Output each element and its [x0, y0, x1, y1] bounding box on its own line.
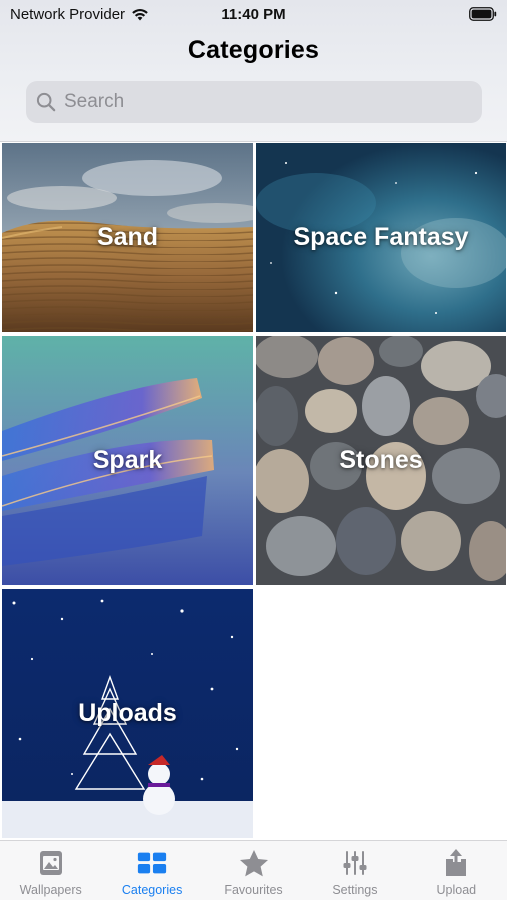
tab-label: Settings [332, 883, 378, 897]
search-icon [36, 92, 56, 112]
photo-icon [35, 847, 67, 879]
battery-icon [469, 7, 497, 21]
tab-favourites[interactable]: Favourites [203, 841, 304, 900]
navigation-header: Network Provider 11:40 PM Categories Sea… [0, 0, 507, 142]
carrier-name: Network Provider [10, 6, 126, 23]
tab-label: Wallpapers [19, 883, 82, 897]
category-label: Stones [339, 446, 423, 474]
search-input[interactable]: Search [26, 81, 482, 123]
category-label: Spark [92, 446, 163, 474]
search-placeholder: Search [64, 91, 125, 112]
category-label: Sand [96, 223, 159, 251]
category-tile-spark[interactable]: Spark [2, 336, 253, 585]
tab-settings[interactable]: Settings [304, 841, 405, 900]
wifi-icon [132, 9, 148, 21]
tab-label: Upload [436, 883, 477, 897]
share-upload-icon [440, 847, 472, 879]
category-tile-uploads[interactable]: Uploads [2, 589, 253, 838]
tab-upload[interactable]: Upload [406, 841, 507, 900]
page-title: Categories [187, 36, 320, 64]
grid-icon [136, 847, 168, 879]
category-label: Space Fantasy [293, 223, 469, 251]
category-tile-stones[interactable]: Stones [256, 336, 506, 585]
tab-categories[interactable]: Categories [101, 841, 202, 900]
star-icon [238, 847, 270, 879]
tab-label: Favourites [224, 883, 283, 897]
category-tile-space-fantasy[interactable]: Space Fantasy [256, 143, 506, 332]
sliders-icon [339, 847, 371, 879]
tab-wallpapers[interactable]: Wallpapers [0, 841, 101, 900]
tab-bar: Wallpapers Categories Favourites Setting… [0, 840, 507, 900]
category-label: Uploads [78, 699, 177, 727]
tab-label: Categories [121, 883, 183, 897]
carrier-info: Network Provider [10, 6, 149, 23]
status-bar: Network Provider 11:40 PM [0, 0, 507, 28]
category-tile-sand[interactable]: Sand [2, 143, 253, 332]
